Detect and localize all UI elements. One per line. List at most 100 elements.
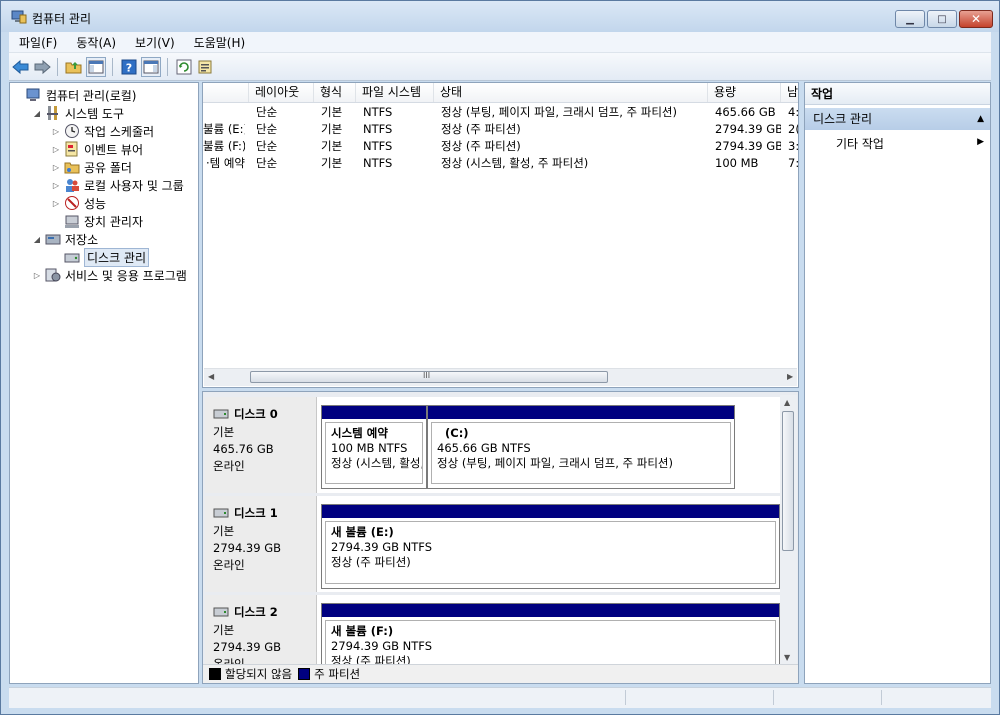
partition-size: 465.66 GB NTFS <box>437 441 531 455</box>
disk-label[interactable]: 디스크 1 기본 2794.39 GB 온라인 <box>205 496 317 592</box>
horizontal-scrollbar[interactable]: ◀ III ▶ <box>204 368 797 386</box>
refresh-button[interactable] <box>175 58 193 76</box>
tree-node-3[interactable]: ▷ 이벤트 뷰어 <box>51 140 143 158</box>
legend-swatch-unallocated <box>209 668 221 680</box>
table-cell: 불륨 (F:) <box>203 139 245 153</box>
back-button[interactable] <box>12 58 30 76</box>
expand-toggle-icon[interactable]: ▷ <box>51 181 61 190</box>
expand-toggle-icon[interactable]: ▷ <box>32 271 42 280</box>
title-bar[interactable]: 컴퓨터 관리 ▁ □ ✕ <box>1 1 999 32</box>
disk-type: 기본 <box>213 425 235 439</box>
disk-row[interactable]: 디스크 1 기본 2794.39 GB 온라인 새 볼륨 (E:) 2794.39 GB … <box>205 496 780 592</box>
tree-node-6[interactable]: ▷ 성능 <box>51 194 106 212</box>
expand-toggle-icon[interactable]: ▷ <box>51 127 61 136</box>
show-console-tree-button[interactable] <box>86 56 106 77</box>
close-button[interactable]: ✕ <box>959 10 993 28</box>
disk-map: 디스크 0 기본 465.76 GB 온라인 시스템 예약 100 MB NTFS 정상 (… <box>202 391 799 684</box>
column-header-6[interactable]: 남 <box>781 83 798 102</box>
tree-node-2[interactable]: ▷ 작업 스케줄러 <box>51 122 154 140</box>
refresh-icon <box>176 59 192 74</box>
vertical-scroll-thumb[interactable] <box>782 411 794 551</box>
properties-button[interactable] <box>196 58 214 76</box>
partition-title: 시스템 예약 <box>331 426 388 440</box>
vertical-scrollbar[interactable]: ▲ ▼ <box>780 395 797 665</box>
collapse-up-icon[interactable]: ▲ <box>977 114 984 124</box>
scroll-left-icon[interactable]: ◀ <box>208 372 214 381</box>
table-cell: 기본 <box>321 122 343 136</box>
table-cell: 기본 <box>321 139 343 153</box>
show-action-pane-button[interactable] <box>141 56 161 77</box>
table-cell: NTFS <box>363 156 393 170</box>
expand-toggle-icon[interactable]: ▷ <box>51 145 61 154</box>
table-cell: NTFS <box>363 139 393 153</box>
users-icon <box>66 179 79 192</box>
more-actions-item[interactable]: 기타 작업 <box>836 135 884 152</box>
table-row[interactable]: 단순 기본 NTFS 정상 (부팅, 페이지 파일, 크래시 덤프, 주 파티션) 46… <box>203 104 798 121</box>
column-header-5[interactable]: 용량 <box>708 83 781 102</box>
column-header-2[interactable]: 형식 <box>314 83 356 102</box>
disk-name: 디스크 0 <box>234 407 278 421</box>
tree-node-4[interactable]: ▷ 공유 폴더 <box>51 158 132 176</box>
hard-disk-icon <box>213 607 229 617</box>
disk-status: 온라인 <box>213 459 245 473</box>
table-cell <box>203 104 245 121</box>
help-button[interactable]: ? <box>120 58 138 76</box>
menu-file[interactable]: 파일(F) <box>9 34 66 51</box>
actions-section-disk-management[interactable]: 디스크 관리 <box>805 108 990 130</box>
disk-row[interactable]: 디스크 0 기본 465.76 GB 온라인 시스템 예약 100 MB NTFS 정상 (… <box>205 397 780 493</box>
minimize-button[interactable]: ▁ <box>895 10 925 28</box>
up-folder-button[interactable] <box>65 58 83 76</box>
partition-size: 2794.39 GB NTFS <box>331 639 433 653</box>
expand-toggle-icon[interactable]: ◢ <box>32 109 42 118</box>
table-cell: 단순 <box>256 139 278 153</box>
expand-toggle-icon[interactable]: ◢ <box>32 235 42 244</box>
volume-list-header: 레이아웃 형식 파일 시스템 상태 용량 남 <box>203 83 798 103</box>
column-header-0[interactable] <box>203 83 249 102</box>
tree-node-9[interactable]: 디스크 관리 <box>51 247 150 267</box>
tree-node-5[interactable]: ▷ 로컬 사용자 및 그룹 <box>51 176 184 194</box>
device-manager-icon <box>65 215 79 228</box>
scroll-right-icon[interactable]: ▶ <box>787 372 793 381</box>
menu-view[interactable]: 보기(V) <box>125 34 184 51</box>
computer-icon <box>26 88 40 101</box>
tree-node-10[interactable]: ▷ 서비스 및 응용 프로그램 <box>32 266 187 284</box>
tree-node-label: 로컬 사용자 및 그룹 <box>84 178 184 193</box>
tree-node-label: 이벤트 뷰어 <box>84 142 144 157</box>
expand-toggle-icon[interactable]: ▷ <box>51 163 61 172</box>
table-cell: 2( <box>788 122 799 136</box>
menu-action[interactable]: 동작(A) <box>66 34 125 51</box>
partition-block[interactable]: 시스템 예약100 MB NTFS정상 (시스템, 활성, 주 파티션) <box>321 405 427 489</box>
table-row[interactable]: 불륨 (E:) 단순 기본 NTFS 정상 (주 파티션) 2794.39 GB 2( <box>203 121 799 138</box>
horizontal-scroll-thumb[interactable]: III <box>250 371 608 383</box>
actions-section-label: 디스크 관리 <box>813 112 873 126</box>
table-cell: 2794.39 GB <box>715 122 781 136</box>
toolbar-separator <box>112 57 113 76</box>
scroll-up-icon[interactable]: ▲ <box>784 398 790 407</box>
menu-help[interactable]: 도움말(H) <box>184 34 255 51</box>
forward-button[interactable] <box>33 58 51 76</box>
partition-block[interactable]: 새 볼륨 (E:) 2794.39 GB NTFS 정상 (주 파티션) <box>321 504 780 589</box>
disk-label[interactable]: 디스크 0 기본 465.76 GB 온라인 <box>205 397 317 493</box>
table-row[interactable]: 불륨 (F:) 단순 기본 NTFS 정상 (주 파티션) 2794.39 GB 3: <box>203 138 799 155</box>
table-cell: 기본 <box>321 105 343 119</box>
column-header-3[interactable]: 파일 시스템 <box>356 83 434 102</box>
tree-node-7[interactable]: 장치 관리자 <box>51 212 143 230</box>
tree-node-8[interactable]: ◢ 저장소 <box>32 230 98 248</box>
scroll-grip: III <box>423 371 431 380</box>
scroll-down-icon[interactable]: ▼ <box>784 653 790 662</box>
console-tree-icon <box>88 60 104 73</box>
back-icon <box>12 59 29 74</box>
expand-toggle-icon[interactable]: ▷ <box>51 199 61 208</box>
tree-node-1[interactable]: ◢ 시스템 도구 <box>32 104 124 122</box>
table-cell: 3: <box>788 139 799 153</box>
actions-header: 작업 <box>805 83 990 105</box>
partition-block[interactable]: (C:) 465.66 GB NTFS 정상 (부팅, 페이지 파일, 크래시 덤프… <box>427 405 735 489</box>
maximize-button[interactable]: □ <box>927 10 957 28</box>
forward-icon <box>34 59 51 74</box>
menu-bar: 파일(F) 동작(A) 보기(V) 도움말(H) <box>9 32 991 53</box>
table-row[interactable]: ·템 예약 단순 기본 NTFS 정상 (시스템, 활성, 주 파티션) 100 MB 7: <box>203 155 798 172</box>
column-header-1[interactable]: 레이아웃 <box>249 83 314 102</box>
column-header-4[interactable]: 상태 <box>434 83 708 102</box>
primary-partition-bar <box>428 406 734 419</box>
tree-node-0[interactable]: 컴퓨터 관리(로컬) <box>13 86 136 104</box>
